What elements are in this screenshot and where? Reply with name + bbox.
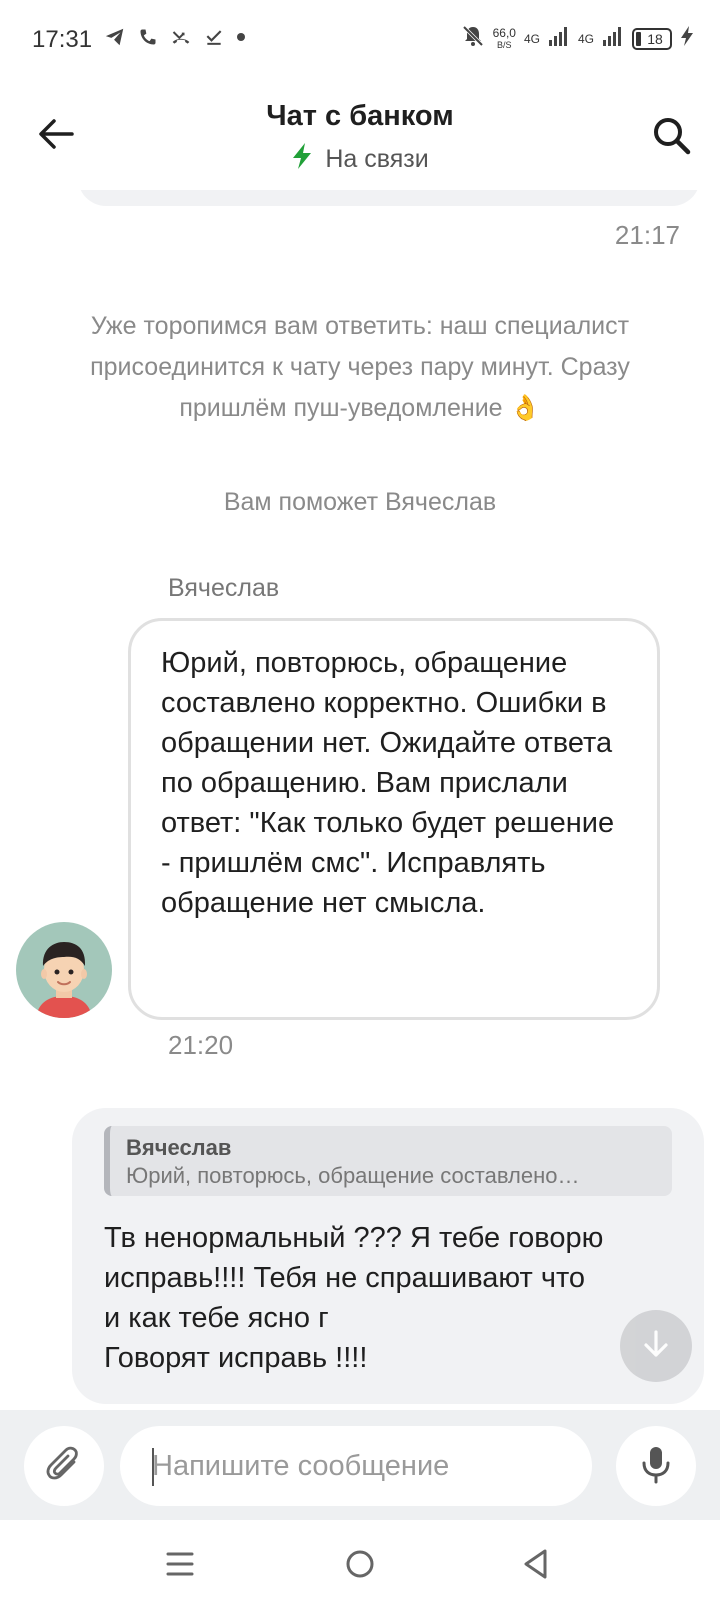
text-caret xyxy=(152,1448,154,1486)
chat-header: Чат с банком На связи xyxy=(0,80,720,190)
telegram-icon xyxy=(104,26,126,48)
status-text: На связи xyxy=(325,145,429,173)
dot-icon xyxy=(236,32,246,42)
paperclip-icon xyxy=(44,1444,84,1489)
microphone-button[interactable] xyxy=(616,1426,696,1506)
attach-button[interactable] xyxy=(24,1426,104,1506)
message-time: 21:17 xyxy=(614,220,680,250)
scroll-down-button[interactable] xyxy=(620,1310,692,1382)
search-button[interactable] xyxy=(650,114,694,158)
incoming-message-bubble[interactable]: Юрий, повторюсь, обращение составлено ко… xyxy=(128,618,660,1020)
notification-icons xyxy=(104,26,246,48)
system-message: Уже торопимся вам ответить: наш специали… xyxy=(90,312,630,422)
incoming-message-text: Юрий, повторюсь, обращение составлено ко… xyxy=(161,647,615,919)
phone-call-icon xyxy=(138,27,158,47)
system-nav-bar xyxy=(0,1520,720,1612)
battery-icon: 18 xyxy=(632,27,672,50)
quote-author: Вячеслав xyxy=(126,1135,232,1160)
network-type-2: 4G xyxy=(577,31,594,46)
network-speed: 66,0 B/S xyxy=(492,25,516,50)
signal-icon xyxy=(602,26,624,51)
avatar xyxy=(16,922,112,1018)
search-icon xyxy=(650,118,694,162)
charging-icon xyxy=(680,25,694,52)
message-time: 21:20 xyxy=(168,1030,234,1060)
quote-text: Юрий, повторюсь, обращение составлено… xyxy=(126,1163,580,1188)
agent-name: Вячеслав xyxy=(168,574,280,602)
quoted-message[interactable]: Вячеслав Юрий, повторюсь, обращение сост… xyxy=(104,1126,672,1196)
message-input[interactable] xyxy=(120,1426,592,1506)
triangle-back-icon xyxy=(521,1548,551,1585)
status-bar: 17:31 66,0 B/S 4G 4G 18 xyxy=(0,0,720,80)
message-composer xyxy=(0,1410,720,1520)
signal-icon xyxy=(548,26,570,51)
arrow-down-icon xyxy=(640,1328,672,1365)
missed-call-icon xyxy=(170,27,192,47)
status-time: 17:31 xyxy=(32,26,93,53)
bell-off-icon xyxy=(461,24,485,53)
connection-status: На связи xyxy=(0,142,720,177)
system-status-icons: 66,0 B/S 4G 4G 18 xyxy=(461,24,694,53)
home-button[interactable] xyxy=(338,1544,382,1588)
outgoing-message-text: Тв ненормальный ??? Я тебе говорю исправ… xyxy=(104,1222,604,1374)
home-circle-icon xyxy=(344,1548,376,1585)
download-done-icon xyxy=(204,27,224,47)
menu-icon xyxy=(165,1549,195,1584)
chat-screen: 17:31 66,0 B/S 4G 4G 18 Чат с банком На … xyxy=(0,0,720,1612)
outgoing-message-bubble[interactable]: Вячеслав Юрий, повторюсь, обращение сост… xyxy=(72,1108,704,1404)
chat-title: Чат с банком xyxy=(266,100,454,132)
network-type-1: 4G xyxy=(523,31,540,46)
microphone-icon xyxy=(638,1444,674,1489)
system-back-button[interactable] xyxy=(514,1544,558,1588)
recent-apps-button[interactable] xyxy=(158,1544,202,1588)
lightning-icon xyxy=(291,142,313,177)
assigned-agent-note: Вам поможет Вячеслав xyxy=(223,488,497,516)
